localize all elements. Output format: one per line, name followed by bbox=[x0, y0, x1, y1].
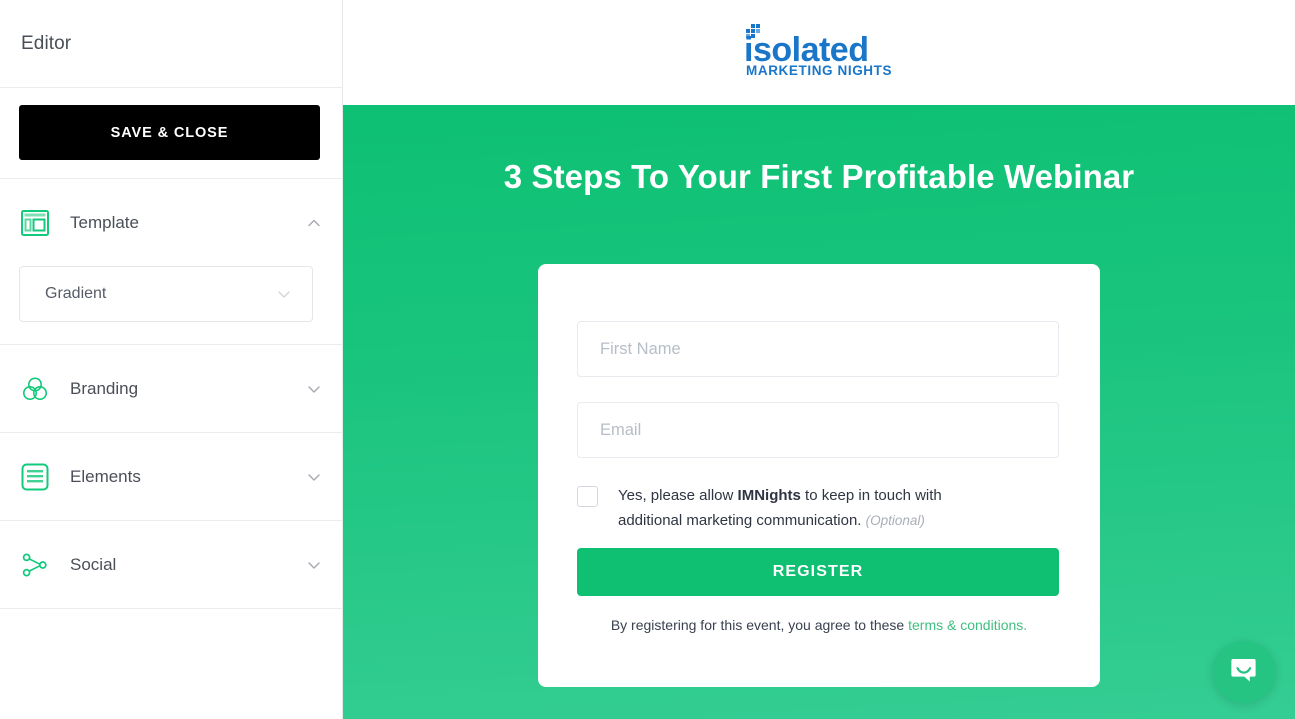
chevron-down-icon-select[interactable] bbox=[275, 285, 293, 303]
save-section: SAVE & CLOSE bbox=[0, 88, 342, 179]
landing-page-preview: isolated MARKETING NIGHTS 3 Steps To You… bbox=[343, 0, 1295, 719]
template-section-body: Gradient bbox=[0, 266, 342, 344]
sidebar-item-template[interactable]: Template bbox=[0, 179, 342, 266]
registration-form-card: First Name Email Yes, please allow IMNig… bbox=[538, 264, 1100, 687]
terms-disclaimer: By registering for this event, you agree… bbox=[577, 617, 1061, 633]
page-title: Editor bbox=[21, 32, 72, 54]
template-icon bbox=[19, 207, 51, 239]
sidebar: Editor SAVE & CLOSE Template Gradient Br… bbox=[0, 0, 343, 719]
terms-prefix-text: By registering for this event, you agree… bbox=[610, 617, 909, 633]
sidebar-header: Editor bbox=[0, 0, 342, 88]
editor-app: Editor SAVE & CLOSE Template Gradient Br… bbox=[0, 0, 1295, 719]
chat-bubble-smile-icon bbox=[1229, 655, 1259, 690]
save-and-close-button[interactable]: SAVE & CLOSE bbox=[19, 105, 320, 160]
marketing-consent-label: Yes, please allow IMNights to keep in to… bbox=[618, 483, 1006, 533]
sidebar-item-label-elements: Elements bbox=[70, 466, 141, 486]
chevron-down-icon-branding[interactable] bbox=[305, 380, 323, 398]
consent-brand: IMNights bbox=[737, 487, 801, 504]
template-style-select[interactable]: Gradient bbox=[19, 266, 313, 322]
sidebar-section-elements: Elements bbox=[0, 433, 342, 521]
template-style-value: Gradient bbox=[45, 285, 107, 302]
sidebar-item-label-template: Template bbox=[70, 212, 139, 232]
chat-launcher-button[interactable] bbox=[1213, 641, 1275, 703]
sidebar-item-label-social: Social bbox=[70, 554, 117, 574]
brand-logo: isolated MARKETING NIGHTS bbox=[744, 21, 894, 84]
svg-text:MARKETING NIGHTS: MARKETING NIGHTS bbox=[746, 63, 892, 78]
consent-prefix: Yes, please allow bbox=[618, 487, 738, 504]
sidebar-section-template: Template Gradient bbox=[0, 179, 342, 345]
sidebar-section-branding: Branding bbox=[0, 345, 342, 433]
hero-headline: 3 Steps To Your First Profitable Webinar bbox=[503, 158, 1135, 195]
elements-icon bbox=[19, 461, 51, 493]
marketing-consent-row: Yes, please allow IMNights to keep in to… bbox=[577, 483, 1061, 533]
first-name-placeholder: First Name bbox=[600, 339, 681, 358]
email-input[interactable]: Email bbox=[577, 402, 1059, 458]
consent-optional-tag: (Optional) bbox=[865, 513, 925, 528]
first-name-input[interactable]: First Name bbox=[577, 321, 1059, 377]
hero-gradient-section: 3 Steps To Your First Profitable Webinar… bbox=[343, 105, 1295, 719]
register-button[interactable]: REGISTER bbox=[577, 548, 1059, 596]
sidebar-item-elements[interactable]: Elements bbox=[0, 433, 342, 520]
chevron-up-icon-template[interactable] bbox=[305, 214, 323, 232]
chevron-down-icon-elements[interactable] bbox=[305, 468, 323, 486]
email-placeholder: Email bbox=[600, 420, 642, 439]
logo-bar: isolated MARKETING NIGHTS bbox=[343, 0, 1295, 105]
marketing-consent-checkbox[interactable] bbox=[577, 486, 598, 507]
sidebar-item-branding[interactable]: Branding bbox=[0, 345, 342, 432]
sidebar-section-social: Social bbox=[0, 521, 342, 609]
social-icon bbox=[19, 549, 51, 581]
terms-and-conditions-link[interactable]: terms & conditions. bbox=[908, 617, 1027, 633]
branding-icon bbox=[19, 373, 51, 405]
sidebar-item-social[interactable]: Social bbox=[0, 521, 342, 608]
chevron-down-icon-social[interactable] bbox=[305, 556, 323, 574]
sidebar-item-label-branding: Branding bbox=[70, 378, 139, 398]
